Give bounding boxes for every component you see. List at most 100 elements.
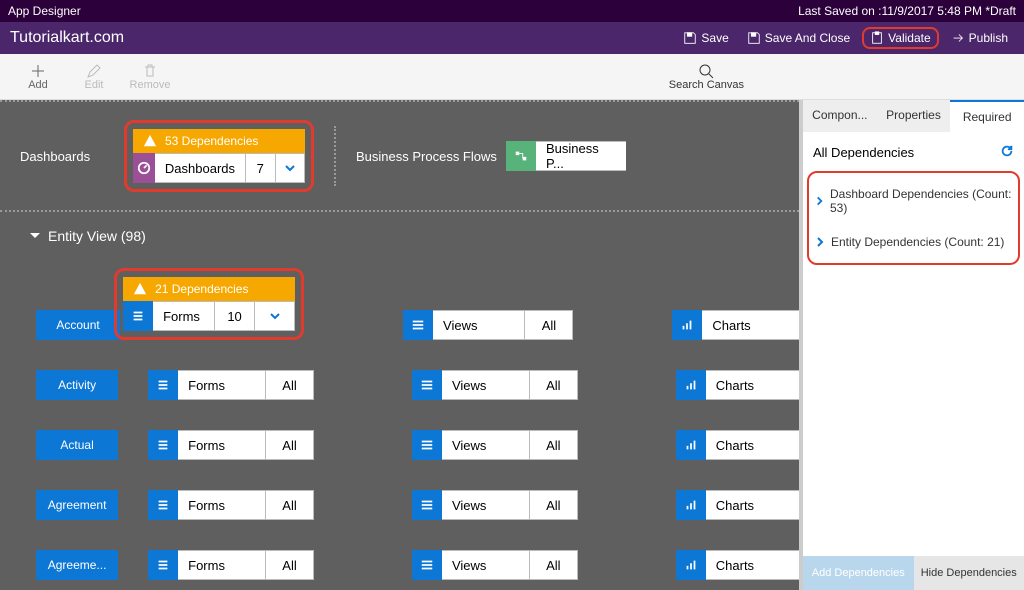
charts-card-account[interactable]: Charts (672, 310, 799, 340)
chevron-right-icon (815, 237, 825, 247)
dashboards-alert-text: 53 Dependencies (165, 134, 258, 148)
chart-icon (676, 490, 706, 520)
add-label: Add (28, 79, 48, 91)
subtitlebar: Tutorialkart.com Save Save And Close Val… (0, 22, 1024, 54)
tab-required[interactable]: Required (950, 100, 1024, 132)
dashboards-alert[interactable]: 53 Dependencies (133, 129, 305, 153)
dashboard-icon (133, 153, 155, 183)
entity-activity[interactable]: Activity (36, 370, 118, 400)
titlebar: App Designer Last Saved on :11/9/2017 5:… (0, 0, 1024, 22)
dashboards-card[interactable]: Dashboards 7 (133, 153, 305, 183)
publish-label: Publish (969, 31, 1008, 45)
charts-card-agreement[interactable]: Charts (676, 490, 799, 520)
search-canvas-button[interactable]: Search Canvas (669, 63, 744, 91)
charts-card-agreeme[interactable]: Charts (676, 550, 799, 580)
side-panel: Compon... Properties Required All Depend… (799, 100, 1024, 590)
forms-alert[interactable]: 21 Dependencies (123, 277, 295, 301)
save-close-icon (747, 31, 761, 45)
chevron-right-icon (815, 196, 824, 206)
entity-view-header[interactable]: Entity View (98) (0, 212, 799, 260)
dependencies-highlight: Dashboard Dependencies (Count: 53) Entit… (807, 171, 1020, 265)
form-icon (123, 301, 153, 331)
entity-agreement[interactable]: Agreement (36, 490, 118, 520)
views-card-actual[interactable]: ViewsAll (412, 430, 578, 460)
plus-icon (30, 63, 46, 79)
dep-dashboard-label: Dashboard Dependencies (Count: 53) (830, 187, 1012, 215)
forms-card-agreement[interactable]: FormsAll (148, 490, 314, 520)
edit-button[interactable]: Edit (66, 63, 122, 91)
remove-label: Remove (130, 79, 171, 91)
refresh-button[interactable] (1000, 144, 1014, 161)
charts-card-name: Charts (702, 310, 799, 340)
views-card-name: Views (433, 310, 525, 340)
dashboards-section-label: Dashboards (20, 149, 130, 164)
validate-button[interactable]: Validate (862, 27, 938, 49)
bpf-card-name: Business P... (536, 141, 626, 171)
panel-footer: Add Dependencies Hide Dependencies (803, 556, 1024, 590)
tab-components[interactable]: Compon... (803, 100, 877, 132)
trash-icon (142, 63, 158, 79)
charts-card-actual[interactable]: Charts (676, 430, 799, 460)
entity-view-title: Entity View (98) (48, 228, 146, 244)
forms-card-activity[interactable]: FormsAll (148, 370, 314, 400)
views-icon (412, 430, 442, 460)
entity-account[interactable]: Account (36, 310, 120, 340)
app-name: Tutorialkart.com (10, 29, 124, 47)
edit-label: Edit (85, 79, 104, 91)
tabs: Compon... Properties Required (803, 100, 1024, 132)
chevron-down-icon (30, 231, 40, 241)
save-close-label: Save And Close (765, 31, 850, 45)
save-icon (683, 31, 697, 45)
publish-button[interactable]: Publish (945, 28, 1014, 48)
views-card-agreement[interactable]: ViewsAll (412, 490, 578, 520)
search-label: Search Canvas (669, 79, 744, 91)
dashboards-highlight: 53 Dependencies Dashboards 7 (124, 120, 314, 192)
dep-entity[interactable]: Entity Dependencies (Count: 21) (809, 225, 1018, 259)
bpf-card[interactable]: Business P... (506, 141, 626, 171)
forms-card-agreeme[interactable]: FormsAll (148, 550, 314, 580)
forms-card-expand[interactable] (255, 301, 295, 331)
bpf-section-label: Business Process Flows (356, 149, 506, 164)
charts-card-activity[interactable]: Charts (676, 370, 799, 400)
entity-agreeme[interactable]: Agreeme... (36, 550, 118, 580)
forms-card-actual[interactable]: FormsAll (148, 430, 314, 460)
views-icon (403, 310, 433, 340)
views-card-count: All (525, 310, 573, 340)
forms-highlight: 21 Dependencies Forms 10 (114, 268, 304, 340)
validate-label: Validate (888, 31, 930, 45)
toolbar: Add Edit Remove Search Canvas (0, 54, 1024, 100)
chart-icon (676, 550, 706, 580)
views-card-agreeme[interactable]: ViewsAll (412, 550, 578, 580)
dashboards-card-expand[interactable] (276, 153, 305, 183)
forms-alert-text: 21 Dependencies (155, 282, 248, 296)
dep-entity-label: Entity Dependencies (Count: 21) (831, 235, 1004, 249)
views-icon (412, 370, 442, 400)
dep-dashboard[interactable]: Dashboard Dependencies (Count: 53) (809, 177, 1018, 225)
remove-button[interactable]: Remove (122, 63, 178, 91)
views-card-activity[interactable]: ViewsAll (412, 370, 578, 400)
chart-icon (676, 370, 706, 400)
views-card-account[interactable]: Views All (403, 310, 573, 340)
flow-icon (506, 141, 536, 171)
panel-title: All Dependencies (813, 145, 914, 160)
publish-icon (951, 31, 965, 45)
save-button[interactable]: Save (677, 28, 734, 48)
form-icon (148, 550, 178, 580)
views-icon (412, 550, 442, 580)
chart-icon (672, 310, 702, 340)
form-icon (148, 490, 178, 520)
tab-properties[interactable]: Properties (877, 100, 951, 132)
forms-card-account[interactable]: Forms 10 (123, 301, 295, 331)
app-title: App Designer (8, 4, 81, 18)
chart-icon (676, 430, 706, 460)
add-button[interactable]: Add (10, 63, 66, 91)
dashboards-card-count: 7 (246, 153, 275, 183)
last-saved: Last Saved on :11/9/2017 5:48 PM *Draft (798, 4, 1016, 18)
save-close-button[interactable]: Save And Close (741, 28, 856, 48)
hide-dependencies-button[interactable]: Hide Dependencies (914, 556, 1024, 590)
entity-actual[interactable]: Actual (36, 430, 118, 460)
form-icon (148, 370, 178, 400)
action-bar: Save Save And Close Validate Publish (677, 27, 1014, 49)
forms-card-count: 10 (215, 301, 255, 331)
forms-card-name: Forms (153, 301, 215, 331)
